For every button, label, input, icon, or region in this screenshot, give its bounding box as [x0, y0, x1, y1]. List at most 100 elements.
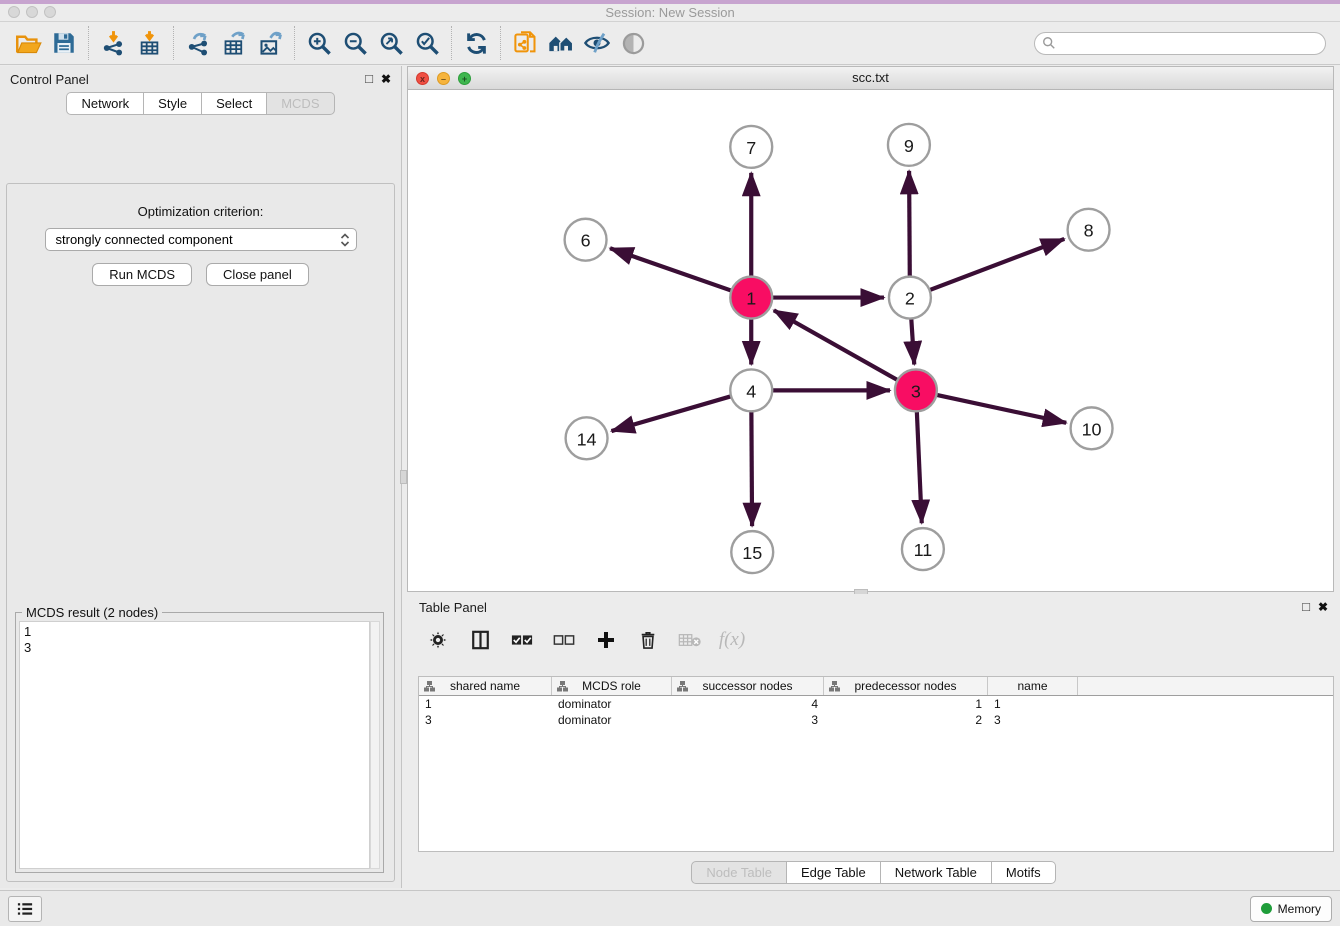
delete-rows-button[interactable]: [635, 627, 661, 653]
network-graph[interactable]: 7968124314101511: [408, 91, 1333, 591]
export-image-button[interactable]: [252, 25, 288, 61]
tab-style[interactable]: Style: [144, 92, 202, 115]
graph-edge-2-8[interactable]: [928, 239, 1065, 291]
column-label: name: [1017, 679, 1047, 693]
add-row-button[interactable]: [593, 627, 619, 653]
export-table-button[interactable]: [216, 25, 252, 61]
tab-mcds[interactable]: MCDS: [267, 92, 334, 115]
import-table-button[interactable]: [131, 25, 167, 61]
close-panel-button[interactable]: Close panel: [206, 263, 309, 286]
app-titlebar: Session: New Session: [0, 4, 1340, 22]
table-row[interactable]: 3dominator323: [419, 712, 1333, 728]
show-columns-button[interactable]: [467, 627, 493, 653]
float-table-panel-icon[interactable]: □: [1302, 601, 1310, 613]
result-scrollbar[interactable]: [370, 621, 380, 869]
graph-node-label-9: 9: [904, 136, 914, 156]
column-header-MCDS-role[interactable]: MCDS role: [552, 677, 672, 695]
zoom-in-button[interactable]: [301, 25, 337, 61]
graph-node-label-7: 7: [746, 138, 756, 158]
tab-node-table[interactable]: Node Table: [691, 861, 787, 884]
graph-edge-3-11[interactable]: [917, 409, 922, 523]
import-network-button[interactable]: [95, 25, 131, 61]
table-row[interactable]: 1dominator411: [419, 696, 1333, 712]
run-mcds-button[interactable]: Run MCDS: [92, 263, 192, 286]
dropdown-value: strongly connected component: [56, 232, 340, 247]
show-all-button[interactable]: [615, 25, 651, 61]
tab-select[interactable]: Select: [202, 92, 267, 115]
refresh-icon: [463, 30, 490, 57]
control-panel: Control Panel □ ✖ NetworkStyleSelectMCDS…: [0, 66, 402, 888]
cell-MCDS-role: dominator: [552, 696, 672, 712]
column-header-name[interactable]: name: [988, 677, 1078, 695]
hierarchy-icon: [829, 681, 840, 692]
refresh-button[interactable]: [458, 25, 494, 61]
window-traffic-lights[interactable]: [8, 6, 56, 18]
network-window-titlebar[interactable]: x – + scc.txt: [408, 67, 1333, 90]
zoom-out-button[interactable]: [337, 25, 373, 61]
network-canvas[interactable]: 7968124314101511: [408, 91, 1333, 591]
mcds-result-text[interactable]: 1 3: [19, 621, 370, 869]
minimize-window-button[interactable]: [26, 6, 38, 18]
close-window-button[interactable]: [8, 6, 20, 18]
trash-icon: [639, 630, 657, 650]
column-label: MCDS role: [582, 679, 641, 693]
search-input[interactable]: [1056, 34, 1325, 52]
fx-icon: f(x): [719, 629, 745, 651]
graph-node-label-2: 2: [905, 289, 915, 309]
toolbar-separator: [294, 26, 295, 60]
table-settings-button[interactable]: [425, 627, 451, 653]
select-all-button[interactable]: [509, 627, 535, 653]
column-label: shared name: [450, 679, 520, 693]
network-minimize-button[interactable]: –: [437, 72, 450, 85]
tab-network-table[interactable]: Network Table: [881, 861, 992, 884]
zoom-selected-button[interactable]: [409, 25, 445, 61]
search-field[interactable]: [1034, 32, 1326, 55]
hide-selected-button[interactable]: [579, 25, 615, 61]
graph-edge-4-14[interactable]: [611, 396, 733, 431]
zoom-fit-button[interactable]: [373, 25, 409, 61]
column-header-shared-name[interactable]: shared name: [419, 677, 552, 695]
deselect-all-button[interactable]: [551, 627, 577, 653]
tab-motifs[interactable]: Motifs: [992, 861, 1056, 884]
graph-node-label-15: 15: [742, 543, 762, 563]
export-network-button[interactable]: [180, 25, 216, 61]
table-toolbar: f(x): [407, 620, 1340, 660]
graph-edge-4-15[interactable]: [751, 409, 752, 526]
clone-network-button[interactable]: [507, 25, 543, 61]
zoom-window-button[interactable]: [44, 6, 56, 18]
optimization-criterion-dropdown[interactable]: strongly connected component: [45, 228, 357, 251]
save-session-button[interactable]: [46, 25, 82, 61]
close-panel-icon[interactable]: ✖: [381, 73, 391, 85]
tab-edge-table[interactable]: Edge Table: [787, 861, 881, 884]
graph-edge-3-10[interactable]: [934, 394, 1066, 422]
graph-node-label-6: 6: [581, 231, 591, 251]
graph-node-label-10: 10: [1082, 419, 1102, 439]
main-toolbar: [0, 22, 1340, 65]
open-session-button[interactable]: [10, 25, 46, 61]
zoom-out-icon: [342, 30, 369, 57]
column-header-successor-nodes[interactable]: successor nodes: [672, 677, 824, 695]
graph-edge-3-1[interactable]: [774, 310, 900, 381]
function-builder-button[interactable]: f(x): [719, 627, 745, 653]
tab-network[interactable]: Network: [66, 92, 144, 115]
network-close-button[interactable]: x: [416, 72, 429, 85]
float-panel-icon[interactable]: □: [365, 73, 373, 85]
close-table-panel-icon[interactable]: ✖: [1318, 601, 1328, 613]
column-header-predecessor-nodes[interactable]: predecessor nodes: [824, 677, 988, 695]
cell-MCDS-role: dominator: [552, 712, 672, 728]
network-zoom-button[interactable]: +: [458, 72, 471, 85]
home-layout-button[interactable]: [543, 25, 579, 61]
optimization-criterion-label: Optimization criterion:: [7, 204, 394, 219]
hierarchy-icon: [557, 681, 568, 692]
graph-node-label-11: 11: [914, 540, 933, 560]
graph-edge-2-9[interactable]: [909, 171, 910, 279]
task-history-button[interactable]: [8, 896, 42, 922]
toolbar-separator: [451, 26, 452, 60]
memory-button[interactable]: Memory: [1250, 896, 1332, 922]
splitter-handle-vertical[interactable]: [400, 470, 407, 484]
memory-label: Memory: [1278, 902, 1321, 916]
delete-table-button[interactable]: [677, 627, 703, 653]
graph-edge-1-6[interactable]: [610, 248, 733, 291]
toolbar-separator: [500, 26, 501, 60]
graph-edge-2-3[interactable]: [911, 317, 914, 365]
